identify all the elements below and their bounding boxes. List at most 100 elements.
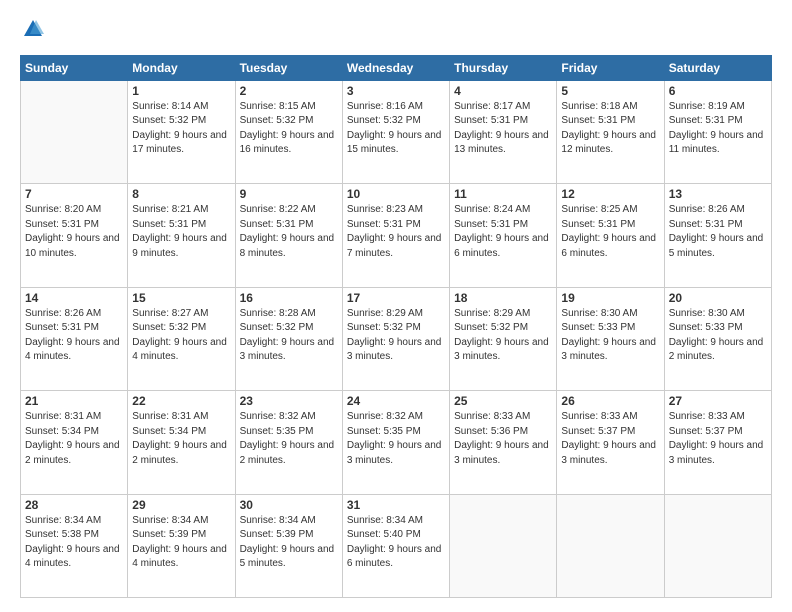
calendar-day-cell: 16 Sunrise: 8:28 AMSunset: 5:32 PMDayligh… <box>235 287 342 390</box>
calendar-day-cell <box>21 80 128 183</box>
day-number: 24 <box>347 394 445 408</box>
calendar-day-cell: 10 Sunrise: 8:23 AMSunset: 5:31 PMDayligh… <box>342 184 449 287</box>
calendar-day-cell: 18Sunrise: 8:29 AMSunset: 5:32 PMDayligh… <box>450 287 557 390</box>
calendar-day-cell: 14 Sunrise: 8:26 AMSunset: 5:31 PMDayligh… <box>21 287 128 390</box>
day-number: 10 <box>347 187 445 201</box>
day-of-week-header: Friday <box>557 55 664 80</box>
day-of-week-header: Monday <box>128 55 235 80</box>
calendar-day-cell: 21Sunrise: 8:31 AMSunset: 5:34 PMDayligh… <box>21 391 128 494</box>
calendar-day-cell: 12 Sunrise: 8:25 AMSunset: 5:31 PMDayligh… <box>557 184 664 287</box>
header <box>20 18 772 45</box>
day-number: 30 <box>240 498 338 512</box>
logo <box>20 18 44 45</box>
day-info: Sunrise: 8:29 AMSunset: 5:32 PMDaylight:… <box>347 307 445 365</box>
day-number: 2 <box>240 84 338 98</box>
day-info: Sunrise: 8:28 AMSunset: 5:32 PMDaylight:… <box>240 307 338 365</box>
day-of-week-header: Sunday <box>21 55 128 80</box>
day-info: Sunrise: 8:19 AMSunset: 5:31 PMDaylight:… <box>669 100 767 158</box>
calendar-week-row: 14 Sunrise: 8:26 AMSunset: 5:31 PMDayligh… <box>21 287 772 390</box>
calendar-week-row: 21Sunrise: 8:31 AMSunset: 5:34 PMDayligh… <box>21 391 772 494</box>
day-info: Sunrise: 8:30 AMSunset: 5:33 PMDaylight:… <box>669 307 767 365</box>
day-number: 25 <box>454 394 552 408</box>
calendar-day-cell: 3 Sunrise: 8:16 AMSunset: 5:32 PMDaylight… <box>342 80 449 183</box>
day-number: 13 <box>669 187 767 201</box>
day-number: 3 <box>347 84 445 98</box>
page: SundayMondayTuesdayWednesdayThursdayFrid… <box>0 0 792 612</box>
calendar-day-cell: 25 Sunrise: 8:33 AMSunset: 5:36 PMDayligh… <box>450 391 557 494</box>
day-number: 17 <box>347 291 445 305</box>
day-info: Sunrise: 8:33 AMSunset: 5:37 PMDaylight:… <box>561 410 659 468</box>
day-info: Sunrise: 8:26 AMSunset: 5:31 PMDaylight:… <box>669 203 767 261</box>
day-of-week-header: Thursday <box>450 55 557 80</box>
calendar-day-cell: 6 Sunrise: 8:19 AMSunset: 5:31 PMDaylight… <box>664 80 771 183</box>
day-number: 20 <box>669 291 767 305</box>
calendar-table: SundayMondayTuesdayWednesdayThursdayFrid… <box>20 55 772 598</box>
calendar-day-cell: 8 Sunrise: 8:21 AMSunset: 5:31 PMDaylight… <box>128 184 235 287</box>
calendar-day-cell: 31Sunrise: 8:34 AMSunset: 5:40 PMDayligh… <box>342 494 449 597</box>
day-info: Sunrise: 8:24 AMSunset: 5:31 PMDaylight:… <box>454 203 552 261</box>
day-info: Sunrise: 8:33 AMSunset: 5:36 PMDaylight:… <box>454 410 552 468</box>
day-number: 5 <box>561 84 659 98</box>
day-info: Sunrise: 8:23 AMSunset: 5:31 PMDaylight:… <box>347 203 445 261</box>
day-info: Sunrise: 8:14 AMSunset: 5:32 PMDaylight:… <box>132 100 230 158</box>
day-of-week-header: Wednesday <box>342 55 449 80</box>
calendar-day-cell: 13 Sunrise: 8:26 AMSunset: 5:31 PMDayligh… <box>664 184 771 287</box>
calendar-day-cell: 11 Sunrise: 8:24 AMSunset: 5:31 PMDayligh… <box>450 184 557 287</box>
calendar-day-cell: 15Sunrise: 8:27 AMSunset: 5:32 PMDayligh… <box>128 287 235 390</box>
calendar-week-row: 28Sunrise: 8:34 AMSunset: 5:38 PMDayligh… <box>21 494 772 597</box>
day-info: Sunrise: 8:29 AMSunset: 5:32 PMDaylight:… <box>454 307 552 365</box>
day-info: Sunrise: 8:31 AMSunset: 5:34 PMDaylight:… <box>25 410 123 468</box>
calendar-day-cell: 17 Sunrise: 8:29 AMSunset: 5:32 PMDayligh… <box>342 287 449 390</box>
calendar-day-cell: 4 Sunrise: 8:17 AMSunset: 5:31 PMDaylight… <box>450 80 557 183</box>
day-info: Sunrise: 8:26 AMSunset: 5:31 PMDaylight:… <box>25 307 123 365</box>
day-info: Sunrise: 8:25 AMSunset: 5:31 PMDaylight:… <box>561 203 659 261</box>
calendar-day-cell <box>450 494 557 597</box>
day-info: Sunrise: 8:16 AMSunset: 5:32 PMDaylight:… <box>347 100 445 158</box>
day-number: 12 <box>561 187 659 201</box>
day-info: Sunrise: 8:31 AMSunset: 5:34 PMDaylight:… <box>132 410 230 468</box>
day-info: Sunrise: 8:20 AMSunset: 5:31 PMDaylight:… <box>25 203 123 261</box>
calendar-week-row: 7 Sunrise: 8:20 AMSunset: 5:31 PMDaylight… <box>21 184 772 287</box>
calendar-day-cell <box>664 494 771 597</box>
calendar-day-cell: 29Sunrise: 8:34 AMSunset: 5:39 PMDayligh… <box>128 494 235 597</box>
calendar-week-row: 1 Sunrise: 8:14 AMSunset: 5:32 PMDaylight… <box>21 80 772 183</box>
calendar-day-cell: 19 Sunrise: 8:30 AMSunset: 5:33 PMDayligh… <box>557 287 664 390</box>
calendar-day-cell: 30 Sunrise: 8:34 AMSunset: 5:39 PMDayligh… <box>235 494 342 597</box>
day-number: 14 <box>25 291 123 305</box>
day-number: 16 <box>240 291 338 305</box>
day-of-week-header: Saturday <box>664 55 771 80</box>
day-number: 22 <box>132 394 230 408</box>
day-number: 4 <box>454 84 552 98</box>
day-number: 26 <box>561 394 659 408</box>
day-number: 7 <box>25 187 123 201</box>
calendar-header-row: SundayMondayTuesdayWednesdayThursdayFrid… <box>21 55 772 80</box>
logo-icon <box>22 18 44 40</box>
day-info: Sunrise: 8:34 AMSunset: 5:39 PMDaylight:… <box>240 514 338 572</box>
day-info: Sunrise: 8:32 AMSunset: 5:35 PMDaylight:… <box>240 410 338 468</box>
calendar-day-cell: 26 Sunrise: 8:33 AMSunset: 5:37 PMDayligh… <box>557 391 664 494</box>
calendar-day-cell: 7 Sunrise: 8:20 AMSunset: 5:31 PMDaylight… <box>21 184 128 287</box>
day-number: 15 <box>132 291 230 305</box>
day-info: Sunrise: 8:32 AMSunset: 5:35 PMDaylight:… <box>347 410 445 468</box>
calendar-day-cell: 20 Sunrise: 8:30 AMSunset: 5:33 PMDayligh… <box>664 287 771 390</box>
calendar-day-cell: 1 Sunrise: 8:14 AMSunset: 5:32 PMDaylight… <box>128 80 235 183</box>
day-number: 1 <box>132 84 230 98</box>
day-number: 23 <box>240 394 338 408</box>
day-number: 11 <box>454 187 552 201</box>
calendar-day-cell: 5 Sunrise: 8:18 AMSunset: 5:31 PMDaylight… <box>557 80 664 183</box>
calendar-day-cell: 27Sunrise: 8:33 AMSunset: 5:37 PMDayligh… <box>664 391 771 494</box>
day-info: Sunrise: 8:22 AMSunset: 5:31 PMDaylight:… <box>240 203 338 261</box>
day-info: Sunrise: 8:30 AMSunset: 5:33 PMDaylight:… <box>561 307 659 365</box>
day-number: 28 <box>25 498 123 512</box>
calendar-day-cell: 24 Sunrise: 8:32 AMSunset: 5:35 PMDayligh… <box>342 391 449 494</box>
day-info: Sunrise: 8:17 AMSunset: 5:31 PMDaylight:… <box>454 100 552 158</box>
day-info: Sunrise: 8:21 AMSunset: 5:31 PMDaylight:… <box>132 203 230 261</box>
day-info: Sunrise: 8:18 AMSunset: 5:31 PMDaylight:… <box>561 100 659 158</box>
day-number: 19 <box>561 291 659 305</box>
day-number: 6 <box>669 84 767 98</box>
day-info: Sunrise: 8:33 AMSunset: 5:37 PMDaylight:… <box>669 410 767 468</box>
day-number: 29 <box>132 498 230 512</box>
day-number: 8 <box>132 187 230 201</box>
calendar-day-cell: 28Sunrise: 8:34 AMSunset: 5:38 PMDayligh… <box>21 494 128 597</box>
calendar-day-cell: 22 Sunrise: 8:31 AMSunset: 5:34 PMDayligh… <box>128 391 235 494</box>
